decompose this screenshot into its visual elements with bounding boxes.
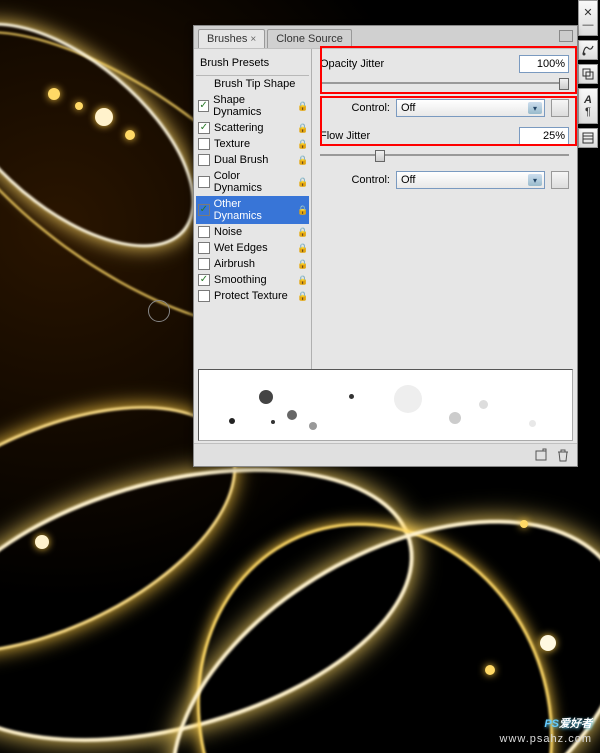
sidebar-item-label: Noise bbox=[214, 226, 242, 238]
sidebar-item-wet-edges[interactable]: Wet Edges 🔒 bbox=[196, 240, 309, 256]
character-panel-icon[interactable]: A¶ bbox=[578, 88, 598, 124]
panel-tab-bar: Brushes× Clone Source bbox=[194, 26, 577, 48]
sidebar-item-label: Smoothing bbox=[214, 274, 267, 286]
tool-options-icon[interactable]: ✕― bbox=[578, 0, 598, 36]
pen-pressure-icon[interactable] bbox=[551, 99, 569, 117]
panel-menu-icon[interactable] bbox=[559, 30, 573, 42]
lock-icon: 🔒 bbox=[297, 259, 307, 270]
brushes-panel-icon[interactable] bbox=[578, 40, 598, 60]
lock-icon: 🔒 bbox=[297, 139, 307, 150]
brush-cursor bbox=[148, 300, 170, 322]
other-dynamics-settings: Opacity Jitter Control: Off ▾ Flow Jitte… bbox=[312, 49, 577, 369]
checkbox[interactable] bbox=[198, 274, 210, 286]
sidebar-item-airbrush[interactable]: Airbrush 🔒 bbox=[196, 256, 309, 272]
opacity-jitter-slider[interactable] bbox=[320, 77, 569, 91]
tab-brushes[interactable]: Brushes× bbox=[198, 29, 265, 48]
tab-brushes-label: Brushes bbox=[207, 33, 247, 45]
lock-icon: 🔒 bbox=[297, 227, 307, 238]
sidebar-brush-presets[interactable]: Brush Presets bbox=[198, 55, 307, 71]
checkbox[interactable] bbox=[198, 100, 209, 112]
opacity-jitter-label: Opacity Jitter bbox=[320, 58, 513, 70]
right-toolbar: ✕― A¶ bbox=[578, 0, 600, 148]
lock-icon: 🔒 bbox=[297, 275, 307, 286]
opacity-control-dropdown[interactable]: Off ▾ bbox=[396, 99, 545, 117]
chevron-down-icon: ▾ bbox=[528, 174, 542, 186]
tab-clone-source-label: Clone Source bbox=[276, 33, 343, 45]
control-label-1: Control: bbox=[320, 102, 390, 114]
sidebar-item-shape-dynamics[interactable]: Shape Dynamics 🔒 bbox=[196, 92, 309, 120]
checkbox[interactable] bbox=[198, 290, 210, 302]
trash-icon[interactable] bbox=[555, 447, 571, 463]
sidebar-item-noise[interactable]: Noise 🔒 bbox=[196, 224, 309, 240]
checkbox[interactable] bbox=[198, 138, 210, 150]
panel-footer bbox=[194, 443, 577, 466]
sidebar-item-texture[interactable]: Texture 🔒 bbox=[196, 136, 309, 152]
lock-icon: 🔒 bbox=[297, 101, 307, 112]
lock-icon: 🔒 bbox=[297, 123, 307, 134]
brushes-panel: Brushes× Clone Source Brush Presets Brus… bbox=[193, 25, 578, 467]
sidebar-item-scattering[interactable]: Scattering 🔒 bbox=[196, 120, 309, 136]
brush-preview bbox=[198, 369, 573, 441]
sidebar-item-color-dynamics[interactable]: Color Dynamics 🔒 bbox=[196, 168, 309, 196]
checkbox[interactable] bbox=[198, 176, 210, 188]
lock-icon: 🔒 bbox=[297, 205, 307, 216]
close-icon[interactable]: × bbox=[250, 34, 256, 45]
checkbox[interactable] bbox=[198, 258, 210, 270]
flow-control-dropdown[interactable]: Off ▾ bbox=[396, 171, 545, 189]
checkbox[interactable] bbox=[198, 122, 210, 134]
brush-settings-sidebar: Brush Presets Brush Tip Shape Shape Dyna… bbox=[194, 49, 312, 369]
sidebar-item-label: Airbrush bbox=[214, 258, 255, 270]
lock-icon: 🔒 bbox=[297, 291, 307, 302]
sidebar-item-smoothing[interactable]: Smoothing 🔒 bbox=[196, 272, 309, 288]
sidebar-item-other-dynamics[interactable]: Other Dynamics 🔒 bbox=[196, 196, 309, 224]
sidebar-item-label: Texture bbox=[214, 138, 250, 150]
sidebar-item-label: Other Dynamics bbox=[214, 198, 289, 222]
lock-icon: 🔒 bbox=[297, 243, 307, 254]
new-brush-icon[interactable] bbox=[533, 447, 549, 463]
opacity-jitter-value[interactable] bbox=[519, 55, 569, 73]
checkbox[interactable] bbox=[198, 154, 210, 166]
sidebar-item-label: Dual Brush bbox=[214, 154, 268, 166]
chevron-down-icon: ▾ bbox=[528, 102, 542, 114]
tab-clone-source[interactable]: Clone Source bbox=[267, 29, 352, 48]
clone-source-icon[interactable] bbox=[578, 64, 598, 84]
sidebar-brush-tip-shape[interactable]: Brush Tip Shape bbox=[196, 76, 309, 92]
flow-jitter-slider[interactable] bbox=[320, 149, 569, 163]
pen-pressure-icon[interactable] bbox=[551, 171, 569, 189]
sidebar-item-label: Color Dynamics bbox=[214, 170, 289, 194]
sidebar-item-label: Wet Edges bbox=[214, 242, 268, 254]
checkbox[interactable] bbox=[198, 242, 210, 254]
layer-comps-icon[interactable] bbox=[578, 128, 598, 148]
sidebar-item-label: Scattering bbox=[214, 122, 264, 134]
sidebar-item-protect-texture[interactable]: Protect Texture 🔒 bbox=[196, 288, 309, 304]
control-label-2: Control: bbox=[320, 174, 390, 186]
checkbox[interactable] bbox=[198, 226, 210, 238]
flow-jitter-label: Flow Jitter bbox=[320, 130, 513, 142]
lock-icon: 🔒 bbox=[297, 177, 307, 188]
sidebar-item-dual-brush[interactable]: Dual Brush 🔒 bbox=[196, 152, 309, 168]
flow-jitter-value[interactable] bbox=[519, 127, 569, 145]
lock-icon: 🔒 bbox=[297, 155, 307, 166]
sidebar-item-label: Shape Dynamics bbox=[213, 94, 289, 118]
watermark: PS爱好者 www.psahz.com bbox=[500, 707, 592, 745]
checkbox[interactable] bbox=[198, 204, 210, 216]
sidebar-item-label: Protect Texture bbox=[214, 290, 288, 302]
